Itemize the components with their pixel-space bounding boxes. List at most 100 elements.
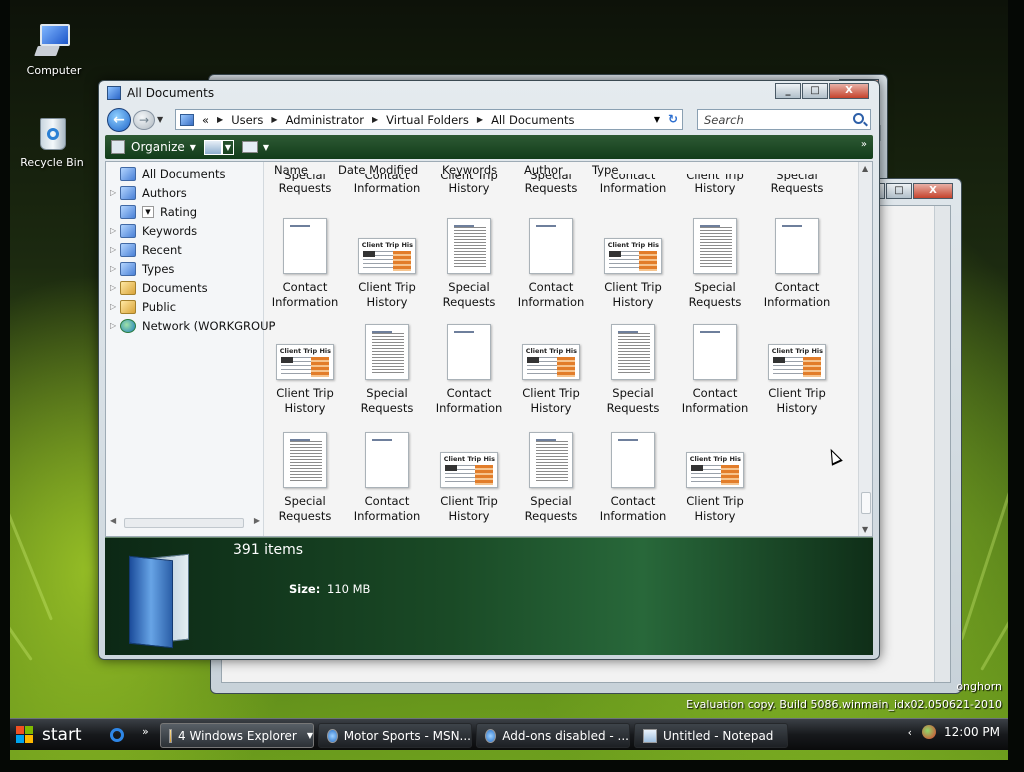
file-item[interactable]: Contact Information	[428, 324, 510, 416]
file-item[interactable]: Contact Information	[756, 218, 838, 310]
scroll-right-icon[interactable]: ▶	[254, 516, 260, 525]
explorer-window[interactable]: All Documents _ □ X ← → ▼ « ▶ Users ▶ Ad…	[98, 80, 880, 660]
address-bar[interactable]: « ▶ Users ▶ Administrator ▶ Virtual Fold…	[175, 109, 683, 130]
expand-icon[interactable]: ▷	[110, 302, 120, 311]
recent-pages-dropdown[interactable]: ▼	[157, 115, 163, 124]
nav-item-label: Authors	[142, 185, 187, 200]
network-status-icon[interactable]	[922, 725, 936, 739]
nav-item-types[interactable]: ▷ Types	[110, 259, 174, 278]
file-item[interactable]: Special Requests	[510, 432, 592, 524]
file-item[interactable]: Contact Information	[264, 218, 346, 310]
file-item-partial[interactable]: Special Requests	[756, 174, 838, 196]
nav-item-public[interactable]: ▷ Public	[110, 297, 176, 316]
scroll-up-icon[interactable]: ▲	[862, 164, 868, 173]
show-hidden-icons-button[interactable]: ‹	[908, 726, 912, 739]
file-label-line2: History	[284, 401, 326, 415]
documents-folder-icon	[120, 280, 136, 295]
file-item-partial[interactable]: Special Requests	[510, 174, 592, 196]
clock[interactable]: 12:00 PM	[944, 725, 1000, 739]
file-item[interactable]: Contact Information	[346, 432, 428, 524]
file-item[interactable]: Contact Information	[510, 218, 592, 310]
file-item[interactable]: Contact Information	[674, 324, 756, 416]
expand-icon[interactable]: ▷	[110, 188, 120, 197]
public-folder-icon	[120, 299, 136, 314]
file-item[interactable]: Client Trip His Client Trip History	[510, 324, 592, 416]
file-item[interactable]: Contact Information	[592, 432, 674, 524]
nav-item-recent[interactable]: ▷ Recent	[110, 240, 182, 259]
scroll-down-icon[interactable]: ▼	[862, 525, 868, 534]
file-item[interactable]: Client Trip His Client Trip History	[428, 432, 510, 524]
file-item[interactable]: Special Requests	[264, 432, 346, 524]
breadcrumb-administrator[interactable]: Administrator	[286, 113, 364, 127]
nav-item-all-documents[interactable]: All Documents	[110, 164, 225, 183]
organize-button[interactable]: Organize ▼	[111, 140, 196, 154]
file-item[interactable]: Client Trip His Client Trip History	[756, 324, 838, 416]
file-item-partial[interactable]: Special Requests	[264, 174, 346, 196]
maximize-button[interactable]: □	[802, 83, 828, 99]
expand-icon[interactable]: ▷	[110, 321, 120, 330]
search-input[interactable]	[698, 110, 844, 129]
internet-explorer-icon[interactable]	[110, 728, 124, 742]
maximize-button[interactable]: □	[886, 183, 912, 199]
layout-button[interactable]: ▼	[241, 141, 269, 153]
refresh-icon[interactable]: ↻	[668, 112, 678, 126]
breadcrumb-separator-icon[interactable]: ▶	[271, 115, 277, 124]
views-icon[interactable]	[203, 139, 222, 155]
scrollbar-thumb[interactable]	[124, 518, 244, 528]
scrollbar[interactable]	[934, 206, 950, 682]
forward-button[interactable]: →	[133, 110, 155, 130]
back-button[interactable]: ←	[107, 108, 131, 132]
file-item[interactable]: Client Trip His Client Trip History	[264, 324, 346, 416]
horizontal-scrollbar[interactable]: ◀ ▶	[110, 516, 260, 530]
file-item[interactable]: Client Trip His Client Trip History	[674, 432, 756, 524]
file-item-partial[interactable]: Client Trip History	[428, 174, 510, 196]
breadcrumb-overflow[interactable]: «	[202, 113, 209, 127]
nav-item-keywords[interactable]: ▷ Keywords	[110, 221, 197, 240]
minimize-button[interactable]: _	[775, 83, 801, 99]
nav-item-rating[interactable]: ▼ Rating	[110, 202, 197, 221]
file-item-partial[interactable]: Contact Information	[346, 174, 428, 196]
address-dropdown-icon[interactable]: ▼	[654, 115, 660, 124]
taskbar-button-notepad[interactable]: Untitled - Notepad	[634, 723, 788, 748]
nav-item-documents[interactable]: ▷ Documents	[110, 278, 208, 297]
nav-item-authors[interactable]: ▷ Authors	[110, 183, 187, 202]
collapse-icon[interactable]: ▼	[142, 205, 154, 218]
expand-icon[interactable]: ▷	[110, 283, 120, 292]
breadcrumb-virtual-folders[interactable]: Virtual Folders	[386, 113, 469, 127]
expand-icon[interactable]: ▷	[110, 245, 120, 254]
title-bar[interactable]: All Documents _ □ X	[99, 81, 879, 105]
file-label-line2: Requests	[770, 181, 824, 195]
expand-icon[interactable]: ▷	[110, 226, 120, 235]
views-dropdown-button[interactable]: ▼	[221, 139, 234, 155]
scroll-left-icon[interactable]: ◀	[110, 516, 116, 525]
file-item[interactable]: Special Requests	[674, 218, 756, 310]
desktop-icon-recycle-bin[interactable]: Recycle Bin	[12, 112, 92, 169]
expand-icon[interactable]: ▷	[110, 264, 120, 273]
desktop-icon-computer[interactable]: Computer	[14, 20, 94, 77]
file-item[interactable]: Client Trip His Client Trip History	[592, 218, 674, 310]
close-button[interactable]: X	[913, 183, 953, 199]
quick-launch-more-button[interactable]: »	[142, 725, 149, 738]
taskbar-button-motor-sports[interactable]: Motor Sports - MSN...	[318, 723, 472, 748]
vertical-scrollbar[interactable]: ▲ ▼	[858, 162, 872, 536]
file-item[interactable]: Special Requests	[428, 218, 510, 310]
file-item-partial[interactable]: Client Trip History	[674, 174, 756, 196]
file-item-partial[interactable]: Contact Information	[592, 174, 674, 196]
start-button[interactable]: start	[16, 723, 82, 747]
taskbar-button-windows-explorer[interactable]: 4 Windows Explorer ▼	[160, 723, 314, 748]
breadcrumb-separator-icon[interactable]: ▶	[477, 115, 483, 124]
file-item[interactable]: Special Requests	[346, 324, 428, 416]
wallpaper-grass	[980, 496, 1008, 671]
file-item[interactable]: Client Trip His Client Trip History	[346, 218, 428, 310]
taskbar-button-add-ons-disabled[interactable]: Add-ons disabled - ...	[476, 723, 630, 748]
search-icon[interactable]	[853, 113, 864, 124]
breadcrumb-all-documents[interactable]: All Documents	[491, 113, 574, 127]
file-item[interactable]: Special Requests	[592, 324, 674, 416]
breadcrumb-users[interactable]: Users	[231, 113, 263, 127]
scrollbar-thumb[interactable]	[861, 492, 871, 514]
thumbnail-title: Client Trip His	[771, 347, 823, 355]
nav-item-network[interactable]: ▷ Network (WORKGROUP	[110, 316, 275, 335]
close-button[interactable]: X	[829, 83, 869, 99]
command-bar-more-button[interactable]: »	[861, 139, 867, 150]
breadcrumb-separator-icon[interactable]: ▶	[372, 115, 378, 124]
